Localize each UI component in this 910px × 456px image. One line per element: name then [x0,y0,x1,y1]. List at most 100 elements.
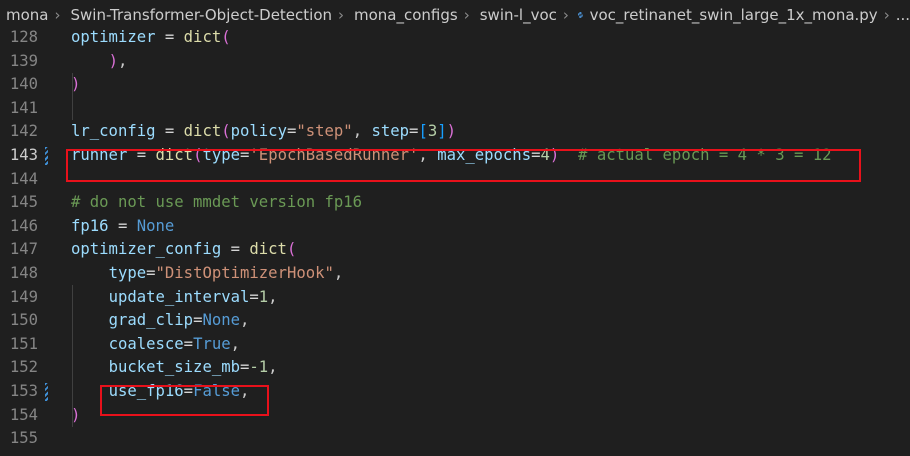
code-token: ( [286,240,297,259]
breadcrumb-more[interactable]: ... [893,6,910,24]
code-token: grad_clip [108,311,194,330]
line-number: 140 [9,75,38,94]
code-line[interactable]: 151 coalesce=True, [0,333,910,357]
code-token: dict [249,240,287,259]
code-line[interactable]: 145 # do not use mmdet version fp16 [0,191,910,215]
code-line[interactable]: 147 optimizer_config = dict( [0,238,910,262]
code-text: grad_clip=None, [71,309,250,333]
line-number: 148 [9,263,38,282]
code-line[interactable]: 149 update_interval=1, [0,286,910,310]
highlight-box-runner [66,149,861,182]
code-token: = [249,287,259,306]
line-number: 153 [9,381,38,400]
code-token: ) [108,51,118,70]
line-number: 151 [9,334,38,353]
code-token: 3 [427,122,438,141]
code-token: , [268,358,278,377]
code-text: # do not use mmdet version fp16 [71,191,362,215]
code-line[interactable]: 146 fp16 = None [0,215,910,239]
code-token: fp16 [71,216,109,235]
breadcrumb-item[interactable]: Swin-Transformer-Object-Detection [64,6,333,24]
line-number: 150 [9,311,38,330]
code-line[interactable]: 140) [0,73,910,97]
modified-line-indicator[interactable] [45,382,48,401]
code-token: None [136,216,175,235]
breadcrumb-file[interactable]: voc_retinanet_swin_large_1x_mona.py [590,6,878,24]
python-file-icon [577,12,583,18]
code-token: [ [418,122,428,141]
code-token: ] [437,122,447,141]
code-token: type [108,263,147,282]
code-token: dict [183,28,222,46]
chevron-right-icon: › [562,6,569,24]
code-text: lr_config = dict(policy="step", step=[3]… [71,120,456,144]
code-token: optimizer_config [71,240,222,259]
code-token: step [371,122,410,141]
code-line[interactable]: 155 [0,427,910,451]
line-number: 141 [9,98,38,117]
chevron-right-icon: › [463,6,470,24]
code-token: = [286,122,297,141]
code-token: bucket_size_mb [108,358,240,377]
modified-line-indicator[interactable] [45,146,48,165]
code-token: = [183,334,194,353]
code-token: = [146,263,156,282]
code-token: = [221,240,250,259]
code-text: update_interval=1, [71,286,278,310]
line-number: 155 [9,429,38,448]
code-token: = [108,216,137,235]
code-text: coalesce=True, [71,333,240,357]
code-token: True [193,334,231,353]
highlight-box-use-fp16 [100,385,269,416]
line-number: 147 [9,240,38,259]
code-line[interactable]: 150 grad_clip=None, [0,309,910,333]
code-line[interactable]: 128 optimizer = dict( [0,26,910,50]
code-token: = [155,28,184,46]
code-text: optimizer = dict( [71,26,231,50]
chevron-right-icon: › [338,6,345,24]
code-text: ) [71,404,80,428]
code-text: optimizer_config = dict( [71,238,296,262]
line-number: 145 [9,193,38,212]
line-number: 146 [9,216,38,235]
code-token: "step" [296,122,353,141]
code-line[interactable]: 139 ), [0,50,910,74]
line-number: 152 [9,358,38,377]
code-token: ( [221,28,231,46]
code-line[interactable]: 141 [0,97,910,121]
code-token: = [155,122,184,141]
line-number: 139 [9,51,38,70]
breadcrumb-item[interactable]: mona [0,6,49,24]
code-line[interactable]: 142 lr_config = dict(policy="step", step=… [0,120,910,144]
code-text: fp16 = None [71,215,174,239]
code-token: ) [446,122,456,141]
code-token: ) [71,75,81,94]
code-token: , [268,287,278,306]
code-token: , [117,51,128,70]
code-token: ( [221,122,231,141]
line-number: 144 [9,169,38,188]
code-token: 1 [258,287,269,306]
code-token: policy [230,122,287,141]
line-number: 143 [9,145,38,164]
code-token: "DistOptimizerHook" [155,263,334,282]
chevron-right-icon: › [54,6,61,24]
breadcrumb-item[interactable]: swin-l_voc [473,6,557,24]
code-text: ), [71,50,128,74]
code-token: lr_config [71,122,156,141]
code-line[interactable]: 148 type="DistOptimizerHook", [0,262,910,286]
code-token: optimizer [71,28,156,46]
code-token: None [202,311,241,330]
breadcrumb-item[interactable]: mona_configs [347,6,458,24]
code-line[interactable]: 152 bucket_size_mb=-1, [0,356,910,380]
code-token: , [240,311,250,330]
code-token: dict [183,122,222,141]
line-number: 149 [9,287,38,306]
line-number: 128 [9,28,38,46]
